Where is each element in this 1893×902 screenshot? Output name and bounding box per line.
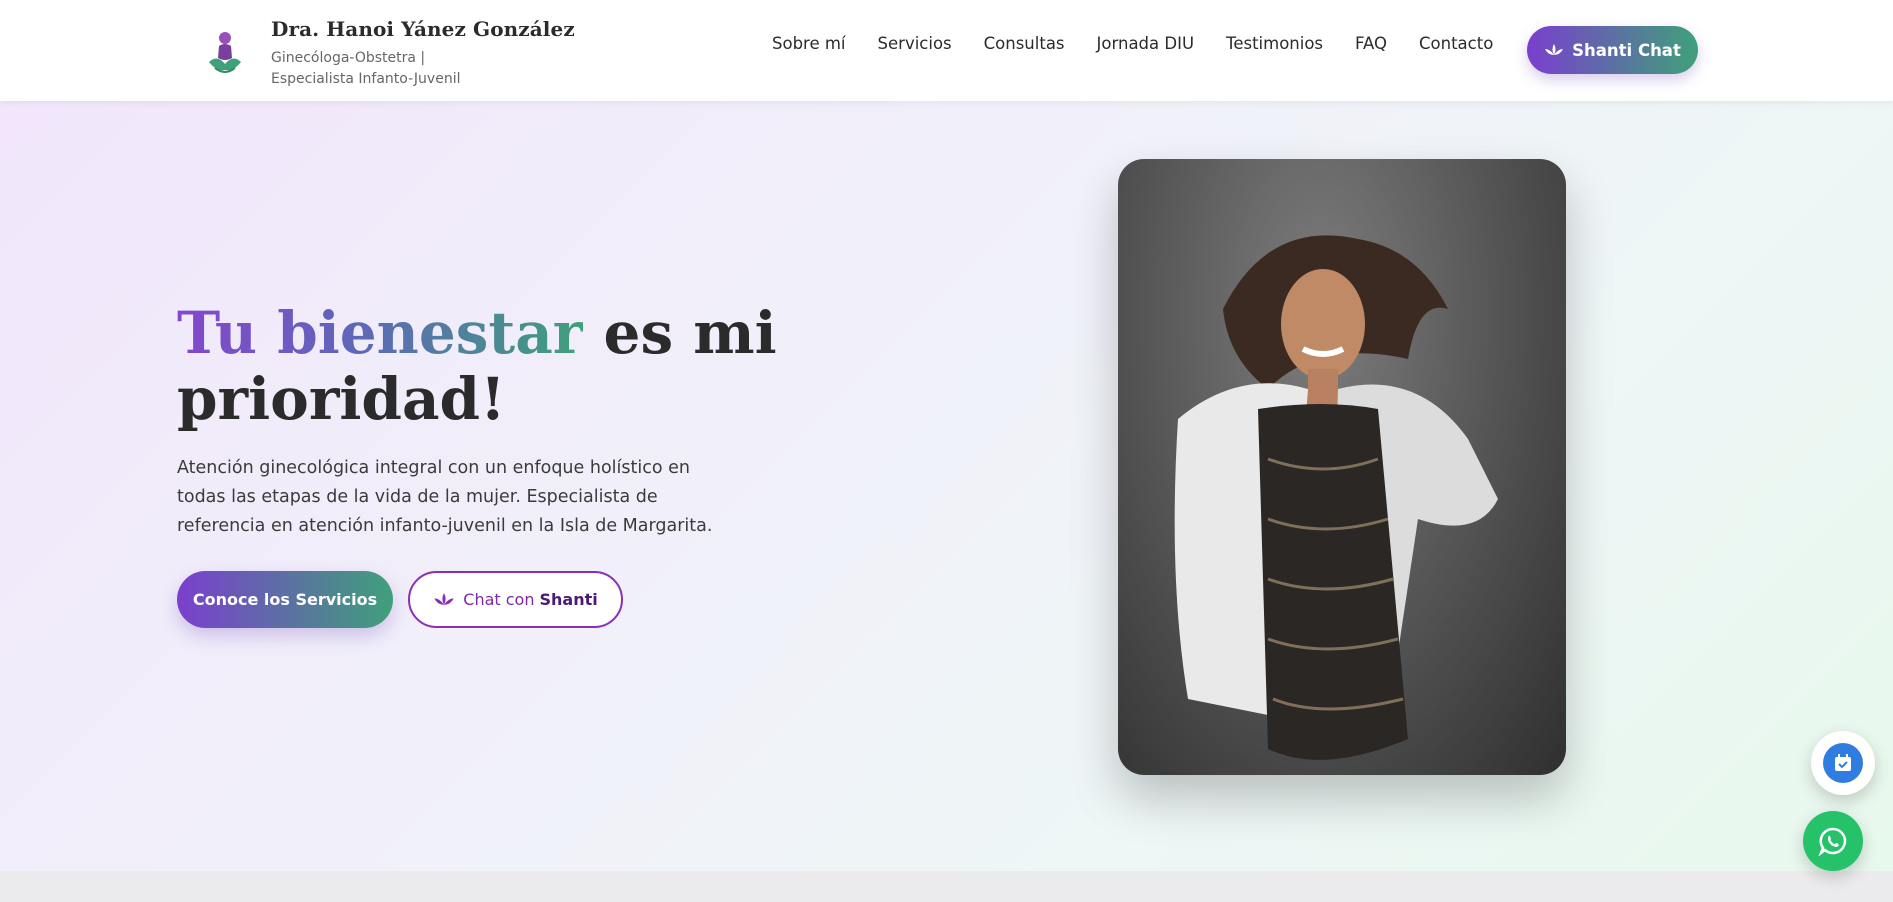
hero-headline: Tu bienestar es mi prioridad! (177, 300, 797, 432)
brand-subtitle: Ginecóloga-Obstetra | Especialista Infan… (271, 50, 461, 87)
services-cta-button[interactable]: Conoce los Servicios (177, 571, 393, 628)
doctor-portrait-illustration (1174, 235, 1498, 760)
chat-shanti-prefix: Chat con (463, 590, 535, 609)
chat-shanti-button[interactable]: Chat con Shanti (408, 571, 623, 628)
main-nav: Sobre mí Servicios Consultas Jornada DIU… (772, 34, 1493, 53)
doctor-portrait-photo (1118, 159, 1566, 775)
brand-name: Dra. Hanoi Yánez González (271, 17, 575, 41)
brand[interactable]: Dra. Hanoi Yánez González Ginecóloga-Obs… (205, 16, 575, 90)
nav-link-sobre-mi[interactable]: Sobre mí (772, 34, 846, 53)
calendar-check-icon (1835, 754, 1851, 771)
lotus-icon (434, 593, 454, 605)
next-section-edge (0, 871, 1893, 902)
lotus-icon (1545, 44, 1564, 55)
whatsapp-float-button[interactable] (1803, 811, 1863, 871)
nav-link-servicios[interactable]: Servicios (878, 34, 952, 53)
hero-headline-highlight: Tu bienestar (177, 299, 584, 367)
lotus-woman-logo-icon (209, 32, 241, 73)
nav-link-jornada-diu[interactable]: Jornada DIU (1097, 34, 1195, 53)
nav-link-contacto[interactable]: Contacto (1419, 34, 1493, 53)
calendar-icon-wrapper (1823, 743, 1863, 783)
chat-shanti-name: Shanti (539, 590, 598, 609)
site-header: Dra. Hanoi Yánez González Ginecóloga-Obs… (0, 0, 1893, 101)
hero-lead: Atención ginecológica integral con un en… (177, 458, 713, 536)
nav-link-consultas[interactable]: Consultas (984, 34, 1065, 53)
whatsapp-icon (1818, 827, 1847, 856)
nav-link-faq[interactable]: FAQ (1355, 34, 1387, 53)
appointment-float-button[interactable] (1811, 731, 1875, 795)
nav-link-testimonios[interactable]: Testimonios (1226, 34, 1323, 53)
shanti-chat-button[interactable]: Shanti Chat (1527, 26, 1698, 74)
shanti-chat-label: Shanti Chat (1572, 40, 1681, 60)
